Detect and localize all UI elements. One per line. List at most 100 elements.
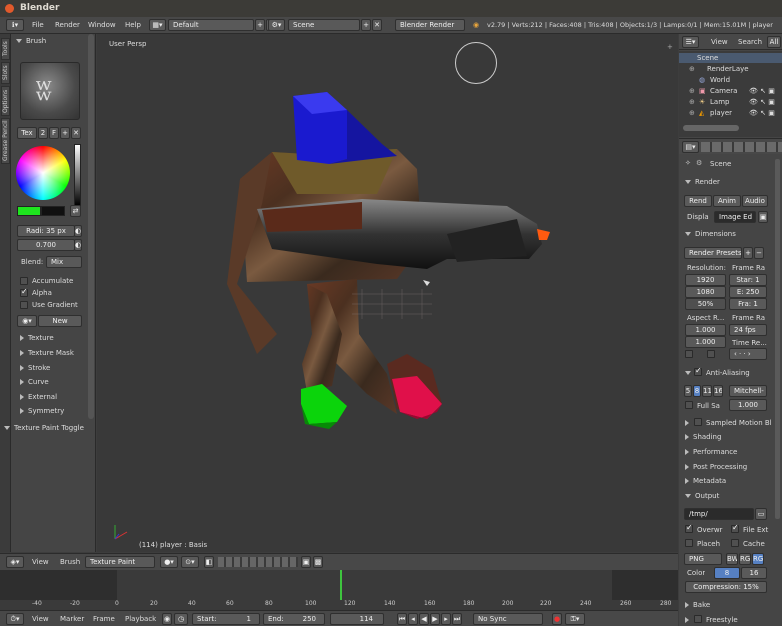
aa-filter-select[interactable]: Mitchell-	[729, 385, 767, 397]
texture-mask-icon[interactable]: ◧	[204, 556, 214, 568]
visibility-icon[interactable]: 👁 ↖ ▣	[749, 98, 775, 106]
alpha-checkbox[interactable]	[20, 287, 28, 297]
outliner-view-menu[interactable]: View	[711, 36, 728, 49]
outliner-row-renderlayers[interactable]: ⊕ RenderLaye	[679, 64, 782, 74]
cache-checkbox[interactable]	[731, 539, 739, 547]
play-icon[interactable]: ▶	[430, 613, 440, 625]
new-palette-button[interactable]: New	[38, 315, 82, 327]
aa-samples-11[interactable]: 11	[702, 385, 712, 397]
tab-options[interactable]: Options	[1, 86, 10, 116]
aa-samples-16[interactable]: 16	[713, 385, 723, 397]
pivot-select-icon[interactable]: ⊙▾	[181, 556, 199, 568]
resolution-y-field[interactable]: 1080	[685, 286, 726, 298]
tool-shelf-scrollbar[interactable]	[88, 34, 94, 419]
outliner-row-player[interactable]: ⊕ ◭ player 👁 ↖ ▣	[679, 108, 782, 118]
layer-buttons[interactable]	[218, 557, 298, 567]
placeholders-checkbox[interactable]	[685, 539, 693, 547]
tab-tools[interactable]: Tools	[1, 38, 10, 60]
add-preset-icon[interactable]: +	[743, 247, 753, 259]
menu-help[interactable]: Help	[125, 19, 141, 32]
render-audio-button[interactable]: Audio	[742, 195, 768, 207]
outliner-row-lamp[interactable]: ⊕ ☀ Lamp 👁 ↖ ▣	[679, 97, 782, 107]
full-sample-checkbox[interactable]	[685, 401, 693, 409]
editor-type-outliner-icon[interactable]: ☰▾	[682, 36, 699, 48]
render-panel-header[interactable]: Render	[685, 178, 720, 186]
editor-type-3d-icon[interactable]: ◈▾	[6, 556, 24, 568]
anti-aliasing-checkbox[interactable]	[694, 366, 702, 376]
lock-layers-icon[interactable]: ▣	[301, 556, 311, 568]
lock-interface-icon[interactable]: ▣	[758, 211, 768, 223]
pin-icon[interactable]: ✧	[685, 159, 691, 167]
color-rgb-button[interactable]: RG	[739, 553, 751, 565]
bake-panel-header[interactable]: Bake	[685, 601, 710, 609]
editor-type-icon[interactable]: ℹ▾	[6, 19, 24, 31]
start-frame-field[interactable]: Start: 1	[192, 613, 260, 625]
current-frame-field[interactable]: 114	[330, 613, 384, 625]
current-frame-line[interactable]	[340, 570, 342, 600]
outliner-row-world[interactable]: ◍ World	[679, 75, 782, 85]
menu-window[interactable]: Window	[88, 19, 116, 32]
color-rgba-button[interactable]: RG	[752, 553, 764, 565]
strength-field[interactable]: 0.700	[17, 239, 75, 251]
file-extensions-checkbox[interactable]	[731, 523, 739, 533]
display-select[interactable]: Image Ed	[714, 211, 756, 223]
file-format-select[interactable]: PNG	[684, 553, 722, 565]
keying-icon[interactable]: ◷	[174, 613, 188, 625]
keying-set-icon[interactable]: ⚿▾	[565, 613, 585, 625]
frame-start-field[interactable]: Star: 1	[729, 274, 767, 286]
palette-icon[interactable]: ◉▾	[17, 315, 37, 327]
outliner-scrollbar[interactable]	[683, 125, 739, 131]
fake-user-button[interactable]: F	[49, 127, 59, 139]
timeline-playback-menu[interactable]: Playback	[125, 613, 156, 626]
scene-field[interactable]: Scene	[288, 19, 360, 31]
add-brush-icon[interactable]: +	[60, 127, 70, 139]
freestyle-panel-header[interactable]	[685, 616, 693, 624]
next-keyframe-icon[interactable]: ▸	[441, 613, 451, 625]
motion-blur-panel-header[interactable]	[685, 419, 693, 427]
aspect-y-field[interactable]: 1.000	[685, 336, 726, 348]
layout-field[interactable]: Default	[168, 19, 254, 31]
shading-panel-header[interactable]: Shading	[685, 433, 721, 441]
add-layout-icon[interactable]: +	[255, 19, 265, 31]
color-bw-button[interactable]: BW	[726, 553, 738, 565]
brush-name-field[interactable]: Tex	[17, 127, 37, 139]
timeline-view-menu[interactable]: View	[32, 613, 49, 626]
color-depth-8[interactable]: 8	[714, 567, 740, 579]
use-gradient-checkbox[interactable]	[20, 301, 28, 309]
compression-slider[interactable]: Compression: 15%	[685, 581, 767, 593]
aa-samples-5[interactable]: 5	[684, 385, 692, 397]
brush-preview[interactable]: ʬ	[20, 62, 80, 120]
performance-panel-header[interactable]: Performance	[685, 448, 737, 456]
play-reverse-icon[interactable]: ◀	[419, 613, 429, 625]
timeline-frame-menu[interactable]: Frame	[93, 613, 115, 626]
output-path-field[interactable]: /tmp/	[684, 508, 754, 520]
fps-select[interactable]: 24 fps	[729, 324, 767, 336]
outliner-row-scene[interactable]: Scene	[679, 53, 782, 63]
section-texture[interactable]: Texture	[20, 334, 54, 342]
radius-field[interactable]: Radi: 35 px	[17, 225, 75, 237]
editor-type-timeline-icon[interactable]: ⏱▾	[6, 613, 24, 625]
motion-blur-checkbox[interactable]	[694, 418, 702, 426]
color-depth-16[interactable]: 16	[741, 567, 767, 579]
frame-end-field[interactable]: E: 250	[729, 286, 767, 298]
use-preview-range-icon[interactable]: ◉	[162, 613, 172, 625]
timeline-area[interactable]	[0, 570, 678, 600]
primary-color-swatch[interactable]	[17, 206, 41, 216]
color-wheel[interactable]	[16, 146, 70, 200]
aspect-x-field[interactable]: 1.000	[685, 324, 726, 336]
overwrite-checkbox[interactable]	[685, 523, 693, 533]
mode-select[interactable]: Texture Paint	[85, 556, 155, 568]
strength-pressure-icon[interactable]: ◐	[74, 239, 82, 251]
resolution-percentage[interactable]: 50%	[685, 298, 726, 310]
texture-paint-toggle-header[interactable]: Texture Paint Toggle	[4, 424, 84, 432]
screen-layout-icon[interactable]: ▦▾	[149, 19, 166, 31]
swap-colors-icon[interactable]: ⇄	[70, 205, 81, 217]
section-symmetry[interactable]: Symmetry	[20, 407, 64, 415]
dimensions-panel-header[interactable]: Dimensions	[685, 230, 736, 238]
freestyle-checkbox[interactable]	[694, 615, 702, 623]
outliner-search-menu[interactable]: Search	[738, 36, 762, 49]
outliner-row-camera[interactable]: ⊕ ▣ Camera 👁 ↖ ▣	[679, 86, 782, 96]
color-value-slider[interactable]	[74, 144, 81, 206]
remove-preset-icon[interactable]: −	[754, 247, 764, 259]
blend-select[interactable]: Mix	[46, 256, 82, 268]
